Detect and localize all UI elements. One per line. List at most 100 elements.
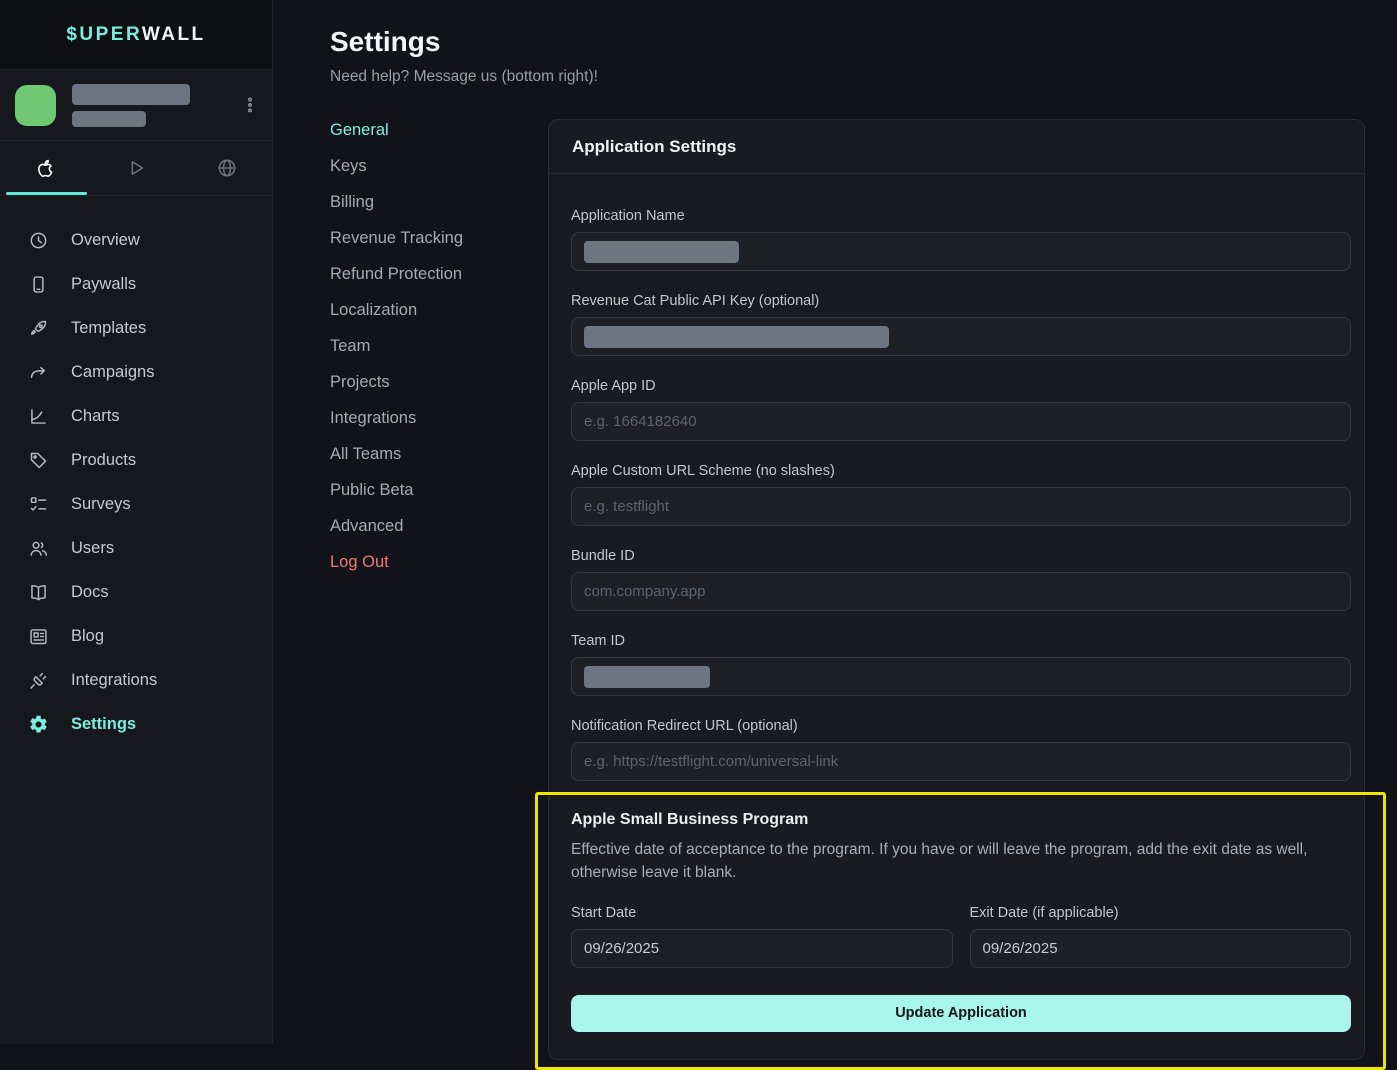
- integrations-icon: [28, 670, 49, 691]
- exit-date-field: Exit Date (if applicable): [970, 905, 1352, 968]
- field-input[interactable]: [571, 487, 1351, 526]
- card-title: Application Settings: [549, 120, 1364, 174]
- sidebar-item-label: Settings: [71, 715, 136, 734]
- content-row: General Keys Billing Revenue Tracking Refund…: [330, 119, 1397, 1060]
- users-icon: [28, 538, 49, 559]
- field-input[interactable]: [571, 572, 1351, 611]
- field-label: Revenue Cat Public API Key (optional): [571, 293, 1351, 309]
- sidebar-item-products[interactable]: Products: [0, 438, 272, 482]
- sidebar-item-label: Charts: [71, 407, 120, 426]
- globe-icon: [216, 157, 238, 179]
- start-date-input[interactable]: [571, 929, 953, 968]
- sidebar-item-blog[interactable]: Blog: [0, 614, 272, 658]
- redacted-value: [584, 326, 889, 348]
- sidebar-item-users[interactable]: Users: [0, 526, 272, 570]
- logo-area: $UPERWALL: [0, 0, 272, 70]
- field-label: Apple Custom URL Scheme (no slashes): [571, 463, 1351, 479]
- main-content: Settings Need help? Message us (bottom r…: [273, 0, 1397, 1044]
- sidebar-item-settings[interactable]: Settings: [0, 702, 272, 746]
- field-revenue-cat-public-api-key-optional-: Revenue Cat Public API Key (optional): [571, 293, 1351, 356]
- paywalls-icon: [28, 274, 49, 295]
- templates-icon: [28, 318, 49, 339]
- settings-nav-keys[interactable]: Keys: [330, 157, 548, 176]
- platform-tabs: [0, 141, 272, 196]
- settings-nav-team[interactable]: Team: [330, 337, 548, 356]
- sidebar-item-charts[interactable]: Charts: [0, 394, 272, 438]
- sidebar-item-label: Users: [71, 539, 114, 558]
- fields-container: Application Name Revenue Cat Public API K…: [571, 208, 1351, 781]
- settings-nav-integrations[interactable]: Integrations: [330, 409, 548, 428]
- sidebar-item-label: Products: [71, 451, 136, 470]
- field-notification-redirect-url-optional-: Notification Redirect URL (optional): [571, 718, 1351, 781]
- sidebar-item-label: Surveys: [71, 495, 131, 514]
- sidebar-item-label: Blog: [71, 627, 104, 646]
- campaigns-icon: [28, 362, 49, 383]
- settings-nav-advanced[interactable]: Advanced: [330, 517, 548, 536]
- google-play-icon: [125, 157, 147, 179]
- settings-icon: [28, 714, 49, 735]
- avatar: [15, 85, 56, 126]
- apple-icon: [34, 157, 56, 179]
- settings-nav-revenue-tracking[interactable]: Revenue Tracking: [330, 229, 548, 248]
- settings-nav-public-beta[interactable]: Public Beta: [330, 481, 548, 500]
- app-root: $UPERWALL Overview PaywallsTemplatesCampa…: [0, 0, 1397, 1044]
- account-name-redacted: [72, 84, 224, 127]
- update-application-button[interactable]: Update Application: [571, 995, 1351, 1032]
- sidebar-nav: Overview PaywallsTemplatesCampaigns Charts…: [0, 196, 272, 746]
- start-date-field: Start Date: [571, 905, 953, 968]
- sidebar: $UPERWALL Overview PaywallsTemplatesCampa…: [0, 0, 273, 1044]
- start-date-label: Start Date: [571, 905, 953, 921]
- small-business-title: Apple Small Business Program: [571, 811, 1351, 829]
- charts-icon: [28, 406, 49, 427]
- docs-icon: [28, 582, 49, 603]
- settings-nav-log-out[interactable]: Log Out: [330, 553, 548, 572]
- field-input-redacted[interactable]: [571, 317, 1351, 356]
- field-apple-app-id: Apple App ID: [571, 378, 1351, 441]
- field-apple-custom-url-scheme-no-slashes-: Apple Custom URL Scheme (no slashes): [571, 463, 1351, 526]
- field-label: Bundle ID: [571, 548, 1351, 564]
- tab-platform-globe[interactable]: [181, 141, 272, 195]
- sidebar-item-overview[interactable]: Overview: [0, 218, 272, 262]
- sidebar-item-integrations[interactable]: Integrations: [0, 658, 272, 702]
- tab-platform-google-play[interactable]: [91, 141, 182, 195]
- sidebar-item-paywalls[interactable]: Paywalls: [0, 262, 272, 306]
- sidebar-item-label: Overview: [71, 231, 140, 250]
- field-application-name: Application Name: [571, 208, 1351, 271]
- settings-nav-billing[interactable]: Billing: [330, 193, 548, 212]
- redacted-value: [584, 241, 739, 263]
- sidebar-item-templates[interactable]: Templates: [0, 306, 272, 350]
- settings-nav-refund-protection[interactable]: Refund Protection: [330, 265, 548, 284]
- products-icon: [28, 450, 49, 471]
- page-title: Settings: [330, 26, 1397, 58]
- redacted-account-name: [72, 84, 190, 105]
- kebab-menu-icon[interactable]: [240, 95, 260, 115]
- sidebar-item-label: Docs: [71, 583, 109, 602]
- settings-nav-localization[interactable]: Localization: [330, 301, 548, 320]
- field-input[interactable]: [571, 402, 1351, 441]
- settings-nav-projects[interactable]: Projects: [330, 373, 548, 392]
- account-switcher[interactable]: [0, 70, 272, 141]
- surveys-icon: [28, 494, 49, 515]
- sidebar-item-surveys[interactable]: Surveys: [0, 482, 272, 526]
- small-business-description: Effective date of acceptance to the prog…: [571, 838, 1351, 885]
- application-settings-card: Application Settings Application Name Rev…: [548, 119, 1365, 1060]
- field-team-id: Team ID: [571, 633, 1351, 696]
- settings-nav-general[interactable]: General: [330, 121, 548, 140]
- settings-nav-all-teams[interactable]: All Teams: [330, 445, 548, 464]
- exit-date-label: Exit Date (if applicable): [970, 905, 1352, 921]
- field-input-redacted[interactable]: [571, 657, 1351, 696]
- field-input-redacted[interactable]: [571, 232, 1351, 271]
- sidebar-item-docs[interactable]: Docs: [0, 570, 272, 614]
- field-label: Application Name: [571, 208, 1351, 224]
- settings-nav: General Keys Billing Revenue Tracking Refund…: [330, 119, 548, 589]
- field-label: Team ID: [571, 633, 1351, 649]
- small-business-section: Apple Small Business Program Effective d…: [571, 811, 1351, 1032]
- page-subtitle: Need help? Message us (bottom right)!: [330, 68, 1397, 86]
- sidebar-item-campaigns[interactable]: Campaigns: [0, 350, 272, 394]
- field-input[interactable]: [571, 742, 1351, 781]
- field-label: Apple App ID: [571, 378, 1351, 394]
- exit-date-input[interactable]: [970, 929, 1352, 968]
- redacted-value: [584, 666, 710, 688]
- tab-platform-apple[interactable]: [0, 141, 91, 195]
- sidebar-item-label: Integrations: [71, 671, 157, 690]
